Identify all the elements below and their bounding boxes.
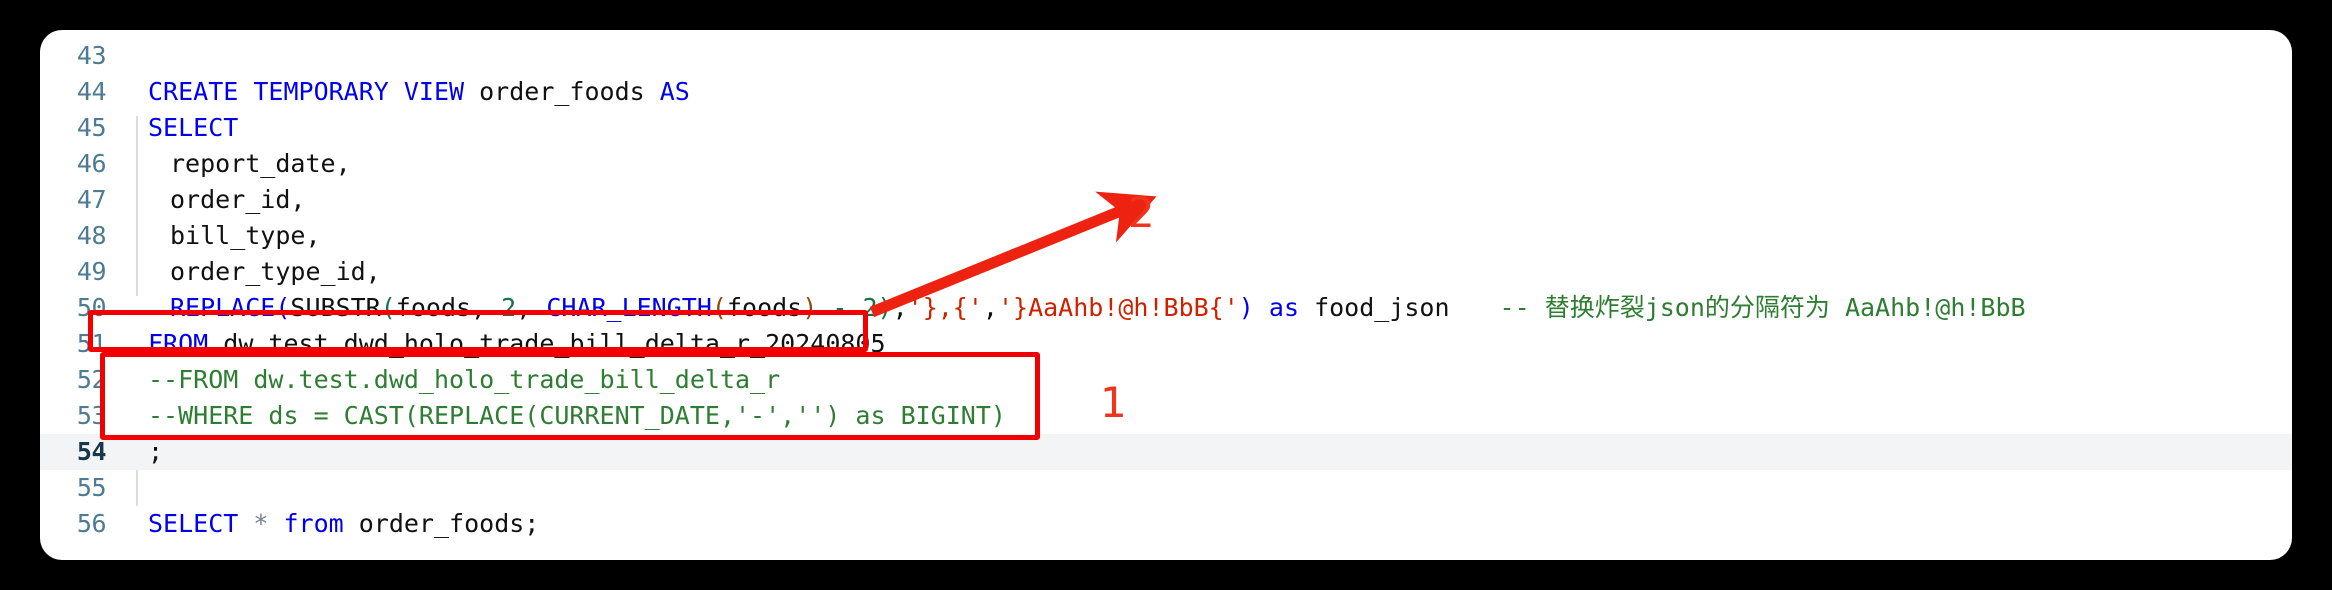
annotation-marker-2: 2 xyxy=(1128,188,1155,237)
line-content: order_id, xyxy=(170,182,2292,218)
argument: foods xyxy=(726,293,803,322)
paren: ( xyxy=(275,293,291,322)
line-content: CREATE TEMPORARY VIEW order_foods AS xyxy=(148,74,2292,110)
column-alias: food_json xyxy=(1314,293,1450,322)
code-line[interactable]: 52 --FROM dw.test.dwd_holo_trade_bill_de… xyxy=(40,362,2292,398)
comma: , xyxy=(516,293,547,322)
code-line[interactable]: 51 FROM dw.test.dwd_holo_trade_bill_delt… xyxy=(40,326,2292,362)
code-area[interactable]: 43 44 CREATE TEMPORARY VIEW order_foods … xyxy=(40,30,2292,560)
paren: ) xyxy=(1238,293,1254,322)
annotation-arrow-icon xyxy=(869,191,1157,318)
line-content: report_date, xyxy=(170,146,2292,182)
code-line[interactable]: 50 REPLACE(SUBSTR(foods, 2, CHAR_LENGTH(… xyxy=(40,290,2292,326)
line-content: order_type_id, xyxy=(170,254,2292,290)
code-line[interactable]: 49 order_type_id, xyxy=(40,254,2292,290)
sql-comment: --FROM dw.test.dwd_holo_trade_bill_delta… xyxy=(148,365,781,394)
code-line[interactable]: 55 xyxy=(40,470,2292,506)
line-content: --FROM dw.test.dwd_holo_trade_bill_delta… xyxy=(148,362,2292,398)
column-name: order_type_id, xyxy=(170,257,381,286)
line-number: 55 xyxy=(76,473,107,502)
line-number: 49 xyxy=(76,257,107,286)
view-name: order_foods; xyxy=(343,509,540,538)
paren: ( xyxy=(711,293,727,322)
code-line[interactable]: 45 SELECT xyxy=(40,110,2292,146)
line-number: 48 xyxy=(76,221,107,250)
sql-keyword-from: FROM xyxy=(148,329,209,358)
code-line-current[interactable]: 54 ; xyxy=(40,434,2292,470)
line-number: 44 xyxy=(76,77,107,106)
line-content: SELECT * from order_foods; xyxy=(148,506,2292,542)
line-number: 50 xyxy=(76,293,107,322)
paren: ( xyxy=(380,293,396,322)
semicolon: ; xyxy=(148,437,164,466)
line-content: REPLACE(SUBSTR(foods, 2, CHAR_LENGTH(foo… xyxy=(170,290,2292,326)
code-line[interactable]: 47 order_id, xyxy=(40,182,2292,218)
star-wildcard: * xyxy=(238,509,284,538)
column-name: bill_type, xyxy=(170,221,321,250)
line-number: 46 xyxy=(76,149,107,178)
operator-minus: - xyxy=(817,293,863,322)
sql-keyword-as: as xyxy=(1253,293,1315,322)
line-number: 52 xyxy=(76,365,107,394)
line-number: 43 xyxy=(76,41,107,70)
code-line[interactable]: 43 xyxy=(40,38,2292,74)
table-name: dw.test.dwd_holo_trade_bill_delta_r_2024… xyxy=(208,329,886,358)
sql-function-char-length: CHAR_LENGTH xyxy=(546,293,712,322)
view-name: order_foods xyxy=(464,77,660,106)
code-line[interactable]: 48 bill_type, xyxy=(40,218,2292,254)
sql-keyword: AS xyxy=(659,77,690,106)
line-content: --WHERE ds = CAST(REPLACE(CURRENT_DATE,'… xyxy=(148,398,2292,434)
line-number: 51 xyxy=(76,329,107,358)
column-name: report_date, xyxy=(170,149,351,178)
code-line[interactable]: 44 CREATE TEMPORARY VIEW order_foods AS xyxy=(40,74,2292,110)
number-literal: 2 xyxy=(501,293,517,322)
paren: ) xyxy=(802,293,818,322)
sql-comment: --WHERE ds = CAST(REPLACE(CURRENT_DATE,'… xyxy=(148,401,1006,430)
sql-keyword-from: from xyxy=(283,509,344,538)
column-name: order_id, xyxy=(170,185,306,214)
sql-comment: -- 替换炸裂json的分隔符为 AaAhb!@h!BbB xyxy=(1499,293,2026,322)
line-number: 53 xyxy=(76,401,107,430)
annotation-marker-1: 1 xyxy=(1100,378,1127,427)
sql-function-substr: SUBSTR xyxy=(290,293,381,322)
sql-keyword-select: SELECT xyxy=(148,509,239,538)
line-number: 45 xyxy=(76,113,107,142)
line-content: FROM dw.test.dwd_holo_trade_bill_delta_r… xyxy=(148,326,2292,362)
code-line[interactable]: 53 --WHERE ds = CAST(REPLACE(CURRENT_DAT… xyxy=(40,398,2292,434)
line-number: 54 xyxy=(76,437,107,466)
sql-keyword: SELECT xyxy=(148,113,239,142)
line-number: 56 xyxy=(76,509,107,538)
code-editor-panel[interactable]: 43 44 CREATE TEMPORARY VIEW order_foods … xyxy=(40,30,2292,560)
screenshot-root: 43 44 CREATE TEMPORARY VIEW order_foods … xyxy=(0,0,2332,590)
line-content: SELECT xyxy=(148,110,2292,146)
code-line[interactable]: 56 SELECT * from order_foods; xyxy=(40,506,2292,542)
line-number: 47 xyxy=(76,185,107,214)
line-content: ; xyxy=(148,434,2292,470)
sql-keyword: CREATE TEMPORARY VIEW xyxy=(148,77,465,106)
code-line[interactable]: 46 report_date, xyxy=(40,146,2292,182)
line-content: bill_type, xyxy=(170,218,2292,254)
sql-function-replace: REPLACE xyxy=(170,293,276,322)
argument: foods, xyxy=(395,293,502,322)
